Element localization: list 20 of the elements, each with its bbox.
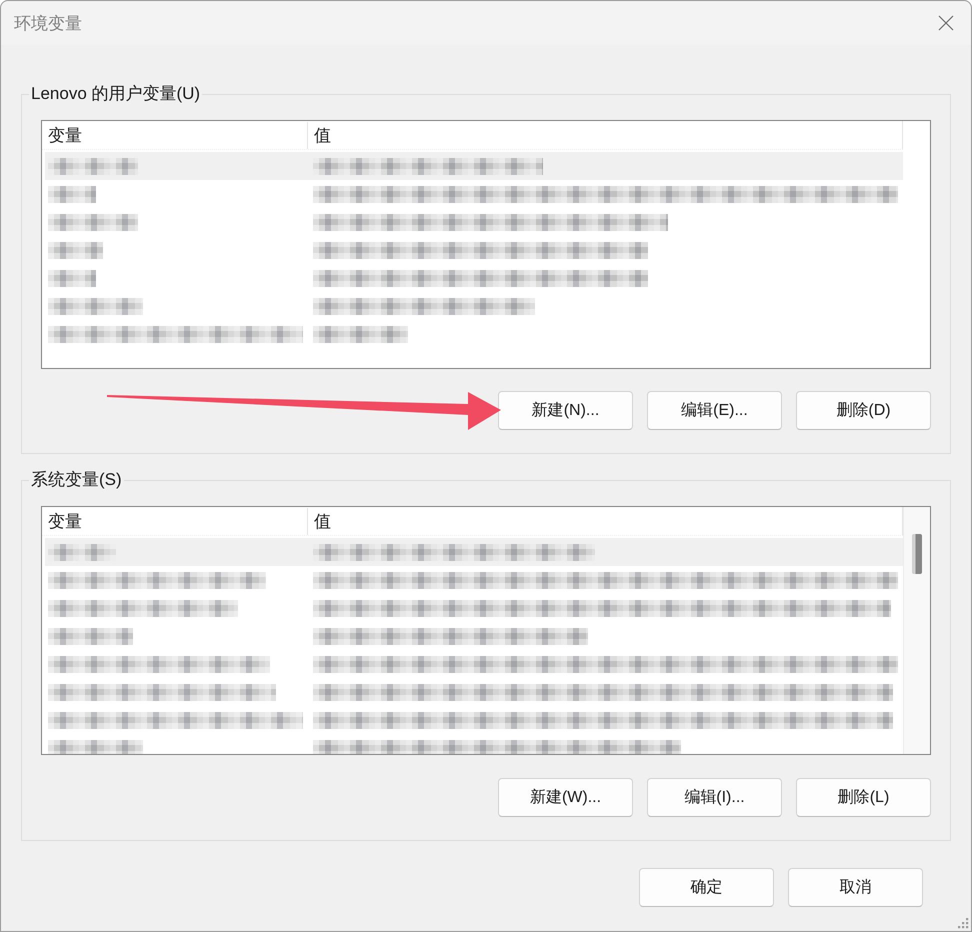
dialog-button[interactable]: 新建(W)... [498,778,633,817]
dialog-button[interactable]: 确定 [639,868,774,907]
group-label: 系统变量(S) [30,469,123,491]
resize-grip-icon[interactable] [957,917,969,929]
dialog-button[interactable]: 删除(D) [796,391,931,430]
dialog-button[interactable]: 编辑(E)... [647,391,782,430]
window-title: 环境变量 [14,12,82,34]
list-row[interactable] [45,538,903,566]
list-row[interactable] [45,152,903,180]
vertical-scrollbar[interactable] [903,507,930,754]
group-label: Lenovo 的用户变量(U) [30,83,202,105]
dialog-button[interactable]: 取消 [788,868,923,907]
column-header[interactable]: 值 [308,121,903,149]
dialog-button[interactable]: 新建(N)... [498,391,633,430]
scrollbar-thumb[interactable] [912,534,922,574]
column-header[interactable]: 变量 [42,122,308,149]
close-icon [938,15,954,31]
dialog-button[interactable]: 编辑(I)... [647,778,782,817]
column-header[interactable]: 变量 [42,508,308,535]
dialog-button[interactable]: 删除(L) [796,778,931,817]
